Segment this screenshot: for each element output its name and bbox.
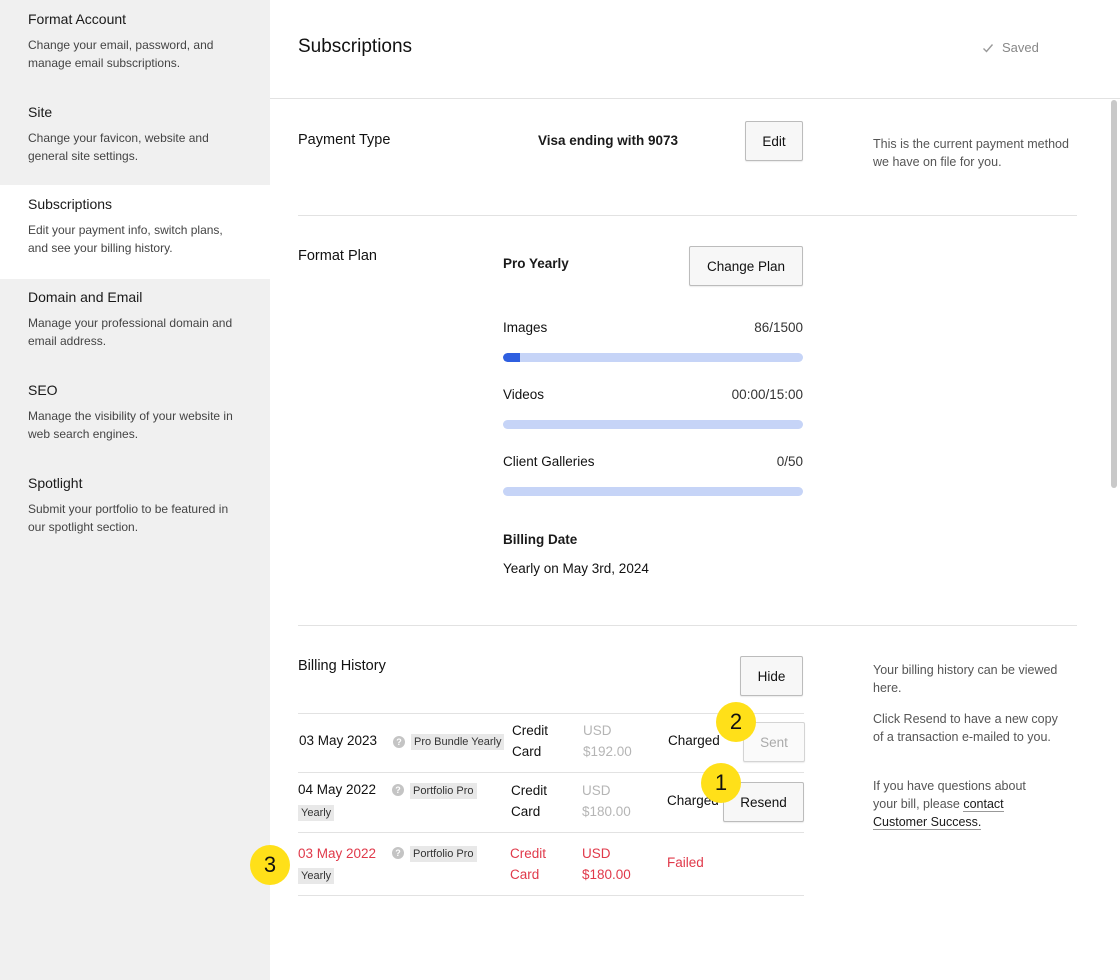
sidebar-item-format-account[interactable]: Format Account Change your email, passwo… xyxy=(0,0,270,93)
usage-label-videos: Videos xyxy=(503,387,545,402)
sidebar-item-title: Spotlight xyxy=(28,475,83,491)
sidebar-item-desc: Manage your professional domain and emai… xyxy=(28,316,233,348)
help-icon[interactable]: ? xyxy=(392,784,404,796)
usage-label-images: Images xyxy=(503,320,548,335)
row-amount: USD $180.00 xyxy=(582,783,631,819)
step-marker-2: 2 xyxy=(716,702,756,742)
page-title: Subscriptions xyxy=(298,36,413,57)
sidebar-item-desc: Manage the visibility of your website in… xyxy=(28,409,233,441)
row-plan-tag: Portfolio Pro xyxy=(410,846,477,862)
usage-bar-videos xyxy=(503,420,803,429)
row-plan-tag: Portfolio Pro xyxy=(410,783,477,799)
sidebar-item-site[interactable]: Site Change your favicon, website and ge… xyxy=(0,93,270,185)
billing-history-label: Billing History xyxy=(298,658,386,674)
row-plan-tag-cont: Yearly xyxy=(298,868,335,884)
format-plan-label: Format Plan xyxy=(298,248,377,264)
scrollbar[interactable] xyxy=(1111,100,1117,488)
sidebar-item-title: SEO xyxy=(28,382,58,398)
sidebar-item-desc: Change your email, password, and manage … xyxy=(28,38,214,70)
row-date: 04 May 2022 xyxy=(298,782,377,797)
change-plan-button[interactable]: Change Plan xyxy=(689,246,803,286)
row-date: 03 May 2022 xyxy=(298,846,377,861)
row-plan-tag-cont: Yearly xyxy=(298,805,335,821)
billing-date-value: Yearly on May 3rd, 2024 xyxy=(503,561,649,576)
payment-helper-text: This is the current payment method we ha… xyxy=(873,137,1069,169)
sidebar-item-title: Domain and Email xyxy=(28,289,143,305)
usage-bar-images xyxy=(503,353,803,362)
hide-history-button[interactable]: Hide xyxy=(740,656,803,696)
row-method: Credit Card xyxy=(511,783,548,819)
row-amount: USD $180.00 xyxy=(582,846,631,882)
payment-card: Visa ending with 9073 xyxy=(538,133,679,148)
sidebar-item-spotlight[interactable]: Spotlight Submit your portfolio to be fe… xyxy=(0,465,270,558)
history-helper-3: If you have questions about your bill, p… xyxy=(873,777,1053,831)
payment-type-label: Payment Type xyxy=(298,132,391,148)
page-header: Subscriptions Saved xyxy=(270,0,1120,99)
saved-label: Saved xyxy=(1002,40,1039,55)
history-helper-2: Click Resend to have a new copy of a tra… xyxy=(873,712,1058,744)
row-method: Credit Card xyxy=(510,846,547,882)
sidebar-item-desc: Change your favicon, website and general… xyxy=(28,131,209,163)
usage-value-videos: 00:00/15:00 xyxy=(731,387,803,402)
row-plan-tag: Pro Bundle Yearly xyxy=(411,734,505,750)
sidebar-item-seo[interactable]: SEO Manage the visibility of your websit… xyxy=(0,372,270,465)
row-date: 03 May 2023 xyxy=(299,733,378,748)
divider xyxy=(298,215,1077,216)
sidebar-item-desc: Edit your payment info, switch plans, an… xyxy=(28,223,223,255)
step-marker-1: 1 xyxy=(701,763,741,803)
row-status: Charged xyxy=(668,733,720,748)
saved-status: Saved xyxy=(982,40,1039,55)
history-helper-1: Your billing history can be viewed here. xyxy=(873,663,1058,695)
usage-value-galleries: 0/50 xyxy=(776,454,803,469)
sidebar-item-title: Site xyxy=(28,104,53,120)
settings-sidebar: Format Account Change your email, passwo… xyxy=(0,0,270,980)
usage-bar-fill xyxy=(503,353,521,362)
help-icon[interactable]: ? xyxy=(392,847,404,859)
help-icon[interactable]: ? xyxy=(393,736,405,748)
sidebar-item-desc: Submit your portfolio to be featured in … xyxy=(28,502,229,534)
step-marker-3: 3 xyxy=(250,845,290,885)
row-amount: USD $192.00 xyxy=(583,723,632,759)
sidebar-item-title: Subscriptions xyxy=(28,196,113,212)
check-icon xyxy=(983,43,994,53)
table-row: 03 May 2022 ? Portfolio Pro Yearly Credi… xyxy=(298,833,804,896)
sidebar-item-domain-email[interactable]: Domain and Email Manage your professiona… xyxy=(0,279,270,372)
edit-payment-button[interactable]: Edit xyxy=(745,121,803,161)
sidebar-item-title: Format Account xyxy=(28,11,127,27)
sidebar-item-subscriptions[interactable]: Subscriptions Edit your payment info, sw… xyxy=(0,185,270,279)
billing-date-title: Billing Date xyxy=(503,532,578,547)
row-status: Failed xyxy=(667,855,704,870)
main-content: Subscriptions Saved Payment Type Visa en… xyxy=(270,0,1120,980)
plan-name: Pro Yearly xyxy=(503,256,569,271)
divider xyxy=(298,625,1077,626)
usage-value-images: 86/1500 xyxy=(754,320,803,335)
row-method: Credit Card xyxy=(512,723,549,759)
usage-bar-galleries xyxy=(503,487,803,496)
usage-label-galleries: Client Galleries xyxy=(503,454,595,469)
